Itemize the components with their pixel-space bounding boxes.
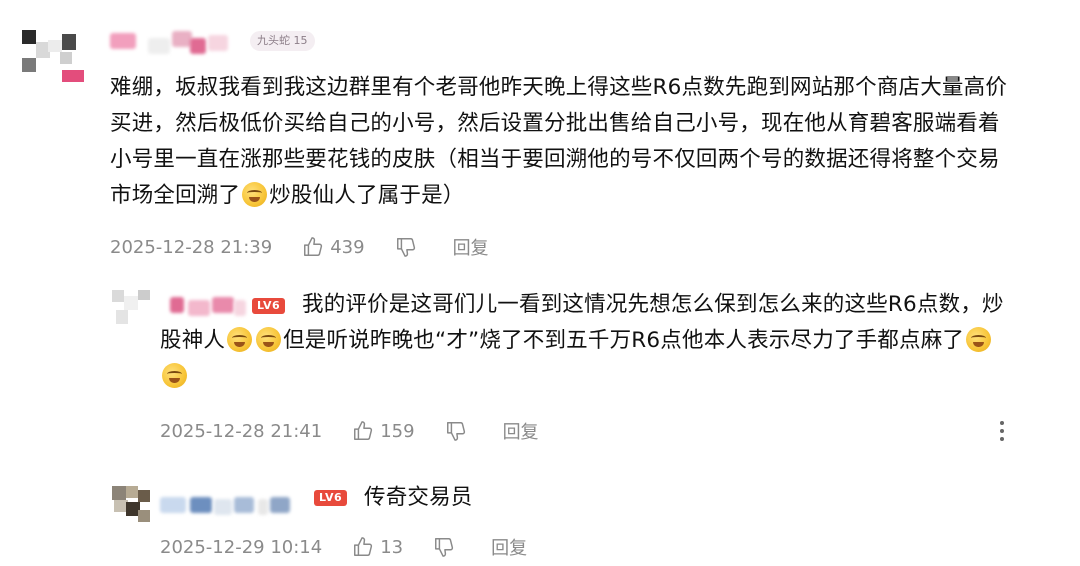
like-count: 13 [380, 536, 404, 558]
comment-text: 传奇交易员 [364, 485, 473, 510]
avatar[interactable] [112, 486, 152, 524]
comment-3: LV6 传奇交易员 2025-12-29 10:14 13 回复 [0, 0, 1080, 566]
dislike-button[interactable] [433, 536, 461, 558]
like-button[interactable]: 13 [352, 536, 403, 558]
reply-button[interactable]: 回复 [491, 534, 527, 560]
level-badge: LV6 [314, 490, 348, 506]
timestamp: 2025-12-29 10:14 [160, 536, 323, 558]
comment-meta: 2025-12-29 10:14 13 回复 [160, 534, 527, 560]
thumb-down-icon [435, 538, 454, 557]
thumb-up-icon [354, 537, 373, 556]
